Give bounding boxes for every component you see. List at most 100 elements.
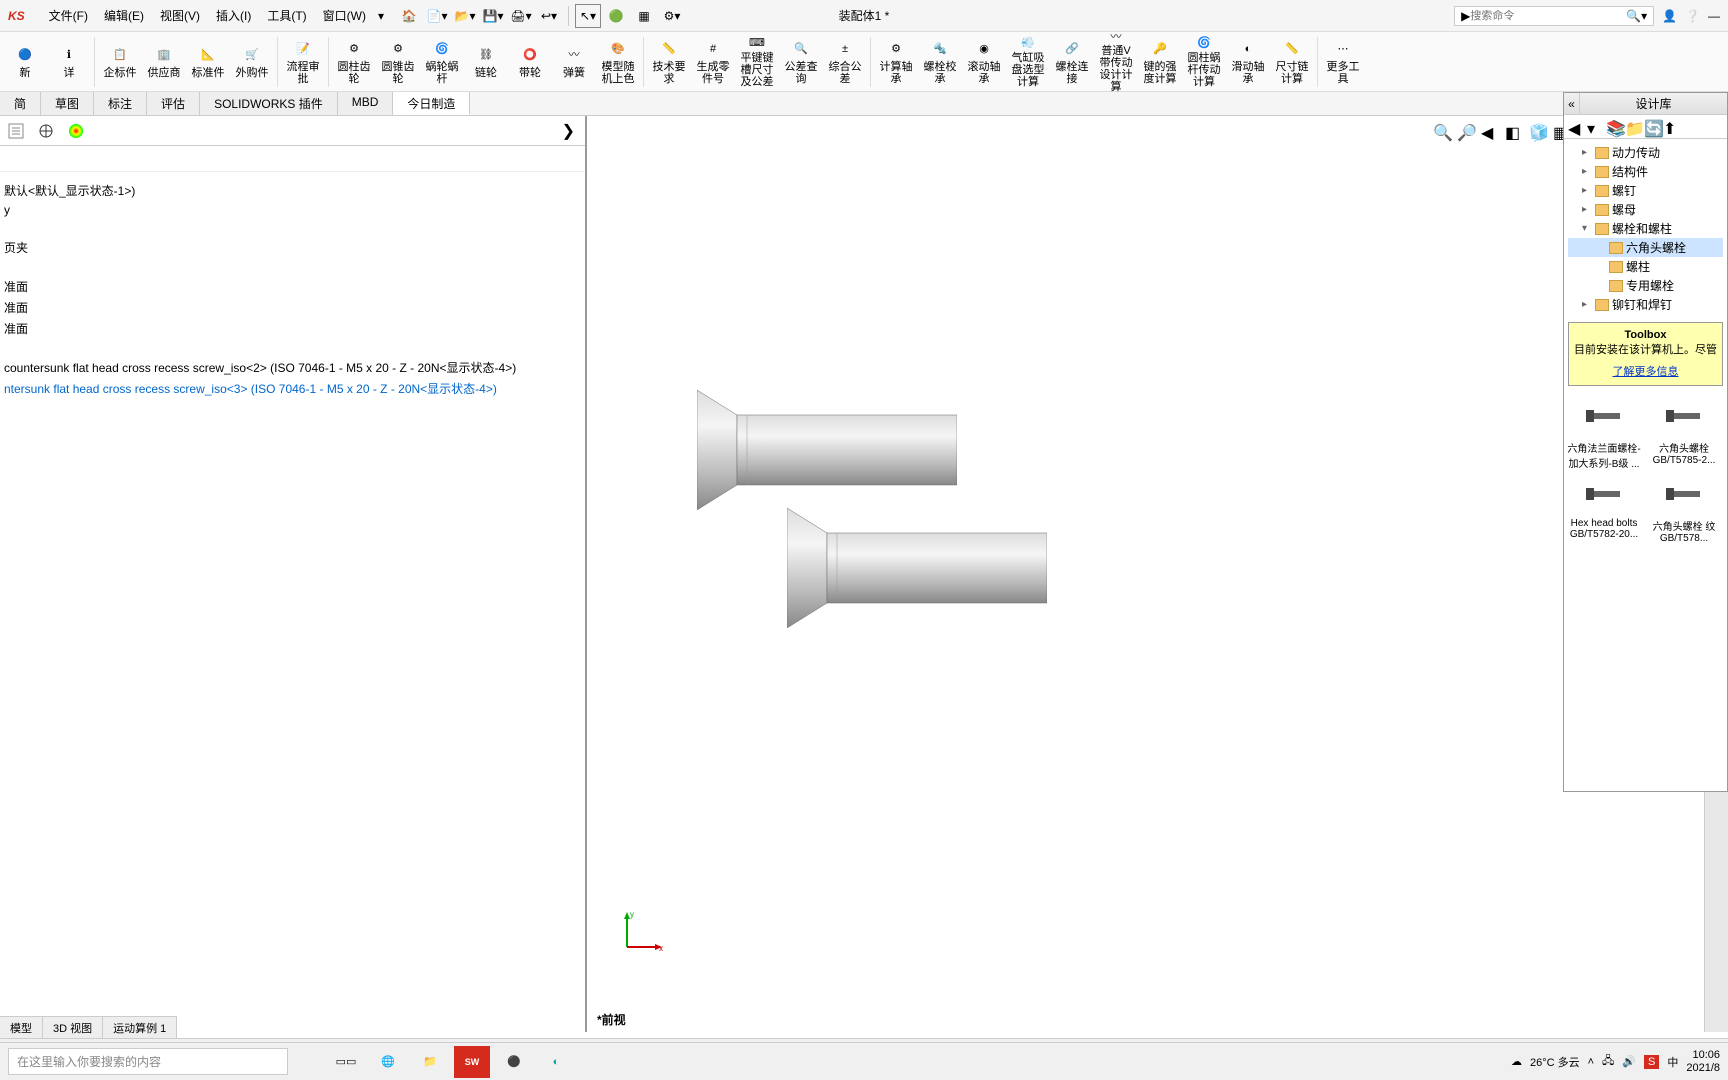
app-icon[interactable]: ◐ [538, 1046, 574, 1078]
ribbon-生成零件号[interactable]: #生成零件号 [692, 34, 734, 90]
select-icon[interactable]: ↖▾ [575, 4, 601, 28]
ribbon-公差查询[interactable]: 🔍公差查询 [780, 34, 822, 90]
bottom-tab-模型[interactable]: 模型 [0, 1017, 43, 1038]
config-icon[interactable] [34, 119, 58, 143]
ribbon-圆柱蜗杆传动计算[interactable]: 🌀圆柱蜗杆传动计算 [1183, 34, 1225, 90]
print-icon[interactable]: 🖨▾ [508, 4, 534, 28]
ribbon-平键键槽尺寸及公差[interactable]: ⌨平键键槽尺寸及公差 [736, 34, 778, 90]
bottom-tab-3D 视图[interactable]: 3D 视图 [43, 1017, 103, 1038]
tab-标注[interactable]: 标注 [94, 92, 147, 115]
search-box[interactable]: ▶ 🔍▾ [1454, 6, 1654, 26]
ribbon-外购件[interactable]: 🛒外购件 [231, 34, 273, 90]
ribbon-综合公差[interactable]: ±综合公差 [824, 34, 866, 90]
menu-tools[interactable]: 工具(T) [259, 3, 314, 28]
ribbon-螺栓连接[interactable]: 🔗螺栓连接 [1051, 34, 1093, 90]
ribbon-详[interactable]: ℹ详 [48, 34, 90, 90]
ribbon-气缸吸盘选型计算[interactable]: 💨气缸吸盘选型计算 [1007, 34, 1049, 90]
tree-component-selected[interactable]: ntersunk flat head cross recess screw_is… [4, 378, 581, 399]
lib-back-icon[interactable]: ◀ [1568, 119, 1584, 135]
lib-item[interactable]: 六角头螺栓 GB/T5785-2... [1646, 396, 1722, 470]
options-icon[interactable]: ▦ [631, 4, 657, 28]
weather-icon[interactable]: ☁ [1511, 1055, 1522, 1068]
tray-up-icon[interactable]: ˄ [1588, 1056, 1594, 1068]
view-orient-icon[interactable]: 🧊 [1528, 122, 1550, 144]
lib-tree-螺栓和螺柱[interactable]: ▾螺栓和螺柱 [1568, 219, 1723, 238]
help-icon[interactable]: ❔ [1685, 9, 1700, 23]
ribbon-键的强度计算[interactable]: 🔑键的强度计算 [1139, 34, 1181, 90]
tree-item[interactable]: y [4, 201, 581, 219]
screw-model-2[interactable] [787, 508, 1047, 633]
solidworks-icon[interactable]: SW [454, 1046, 490, 1078]
tree-component[interactable]: countersunk flat head cross recess screw… [4, 357, 581, 378]
screw-model-1[interactable] [697, 390, 957, 515]
home-icon[interactable]: 🏠 [396, 4, 422, 28]
tab-MBD[interactable]: MBD [338, 92, 394, 115]
ribbon-更多工具[interactable]: ⋯更多工具 [1322, 34, 1364, 90]
lib-tree-专用螺栓[interactable]: 专用螺栓 [1568, 276, 1723, 295]
ribbon-普通V带传动设计计算[interactable]: 〰普通V带传动设计计算 [1095, 34, 1137, 90]
tab-评估[interactable]: 评估 [147, 92, 200, 115]
new-icon[interactable]: 📄▾ [424, 4, 450, 28]
tray-network-icon[interactable]: 🖧 [1602, 1052, 1614, 1071]
lib-fwd-icon[interactable]: ▾ [1587, 119, 1603, 135]
save-icon[interactable]: 💾▾ [480, 4, 506, 28]
lib-tree-六角头螺栓[interactable]: 六角头螺栓 [1568, 238, 1723, 257]
menu-edit[interactable]: 编辑(E) [96, 3, 152, 28]
lib-up-icon[interactable]: ⬆ [1663, 119, 1679, 135]
ribbon-圆锥齿轮[interactable]: ⚙圆锥齿轮 [377, 34, 419, 90]
zoom-area-icon[interactable]: 🔎 [1456, 122, 1478, 144]
ribbon-供应商[interactable]: 🏢供应商 [143, 34, 185, 90]
toolbox-learn-more-link[interactable]: 了解更多信息 [1573, 363, 1718, 379]
ribbon-流程审批[interactable]: 📝流程审批 [282, 34, 324, 90]
lib-loc-icon[interactable]: 📁 [1625, 119, 1641, 135]
ribbon-链轮[interactable]: ⛓链轮 [465, 34, 507, 90]
undo-icon[interactable]: ↩▾ [536, 4, 562, 28]
ime-lang[interactable]: 中 [1667, 1054, 1678, 1070]
ribbon-新[interactable]: 🔵新 [4, 34, 46, 90]
tab-简[interactable]: 简 [0, 92, 41, 115]
appearance-icon[interactable] [64, 119, 88, 143]
explorer-icon[interactable]: 📁 [412, 1046, 448, 1078]
prev-view-icon[interactable]: ◀ [1480, 122, 1502, 144]
open-icon[interactable]: 📂▾ [452, 4, 478, 28]
windows-search[interactable]: 在这里输入你要搜索的内容 [8, 1048, 288, 1075]
ribbon-蜗轮蜗杆[interactable]: 🌀蜗轮蜗杆 [421, 34, 463, 90]
tree-plane[interactable]: 准面 [4, 276, 581, 297]
ribbon-技术要求[interactable]: 📏技术要求 [648, 34, 690, 90]
expand-detail-icon[interactable]: ❯ [562, 121, 575, 141]
lib-tree-螺钉[interactable]: ▸螺钉 [1568, 181, 1723, 200]
lib-tree-螺柱[interactable]: 螺柱 [1568, 257, 1723, 276]
lib-item[interactable]: Hex head bolts GB/T5782-20... [1566, 474, 1642, 544]
task-view-icon[interactable]: ▭▭ [328, 1046, 364, 1078]
lib-refresh-icon[interactable]: 🔄 [1644, 119, 1660, 135]
tree-folder[interactable]: 页夹 [4, 237, 581, 258]
lib-item[interactable]: 六角法兰面螺栓-加大系列-B级 ... [1566, 396, 1642, 470]
tab-草图[interactable]: 草图 [41, 92, 94, 115]
minimize-icon[interactable]: — [1708, 9, 1720, 23]
ribbon-圆柱齿轮[interactable]: ⚙圆柱齿轮 [333, 34, 375, 90]
section-icon[interactable]: ◧ [1504, 122, 1526, 144]
lib-tree-结构件[interactable]: ▸结构件 [1568, 162, 1723, 181]
menu-insert[interactable]: 插入(I) [208, 3, 259, 28]
ribbon-滑动轴承[interactable]: ◐滑动轴承 [1227, 34, 1269, 90]
ribbon-滚动轴承[interactable]: ◉滚动轴承 [963, 34, 1005, 90]
lib-add-icon[interactable]: 📚 [1606, 119, 1622, 135]
ribbon-尺寸链计算[interactable]: 📏尺寸链计算 [1271, 34, 1313, 90]
tree-root[interactable]: 默认<默认_显示状态-1>) [4, 180, 581, 201]
feature-tree-icon[interactable] [4, 119, 28, 143]
search-icon[interactable]: 🔍▾ [1626, 9, 1647, 23]
ribbon-带轮[interactable]: ⭕带轮 [509, 34, 551, 90]
bottom-tab-运动算例 1[interactable]: 运动算例 1 [103, 1017, 177, 1038]
tree-plane[interactable]: 准面 [4, 297, 581, 318]
rebuild-icon[interactable]: 🟢 [603, 4, 629, 28]
tab-SOLIDWORKS 插件[interactable]: SOLIDWORKS 插件 [200, 92, 338, 115]
menu-file[interactable]: 文件(F) [41, 3, 96, 28]
3d-viewport[interactable]: 🔍 🔎 ◀ ◧ 🧊 ▦ 👁 🎨 🖼 📷 ⚙ [587, 116, 1704, 1032]
menu-view[interactable]: 视图(V) [152, 3, 208, 28]
lib-tree-螺母[interactable]: ▸螺母 [1568, 200, 1723, 219]
tab-今日制造[interactable]: 今日制造 [393, 92, 470, 115]
app-icon[interactable]: ⚫ [496, 1046, 532, 1078]
lib-tree-动力传动[interactable]: ▸动力传动 [1568, 143, 1723, 162]
ime-sogou-icon[interactable]: S [1644, 1055, 1659, 1069]
ribbon-螺栓校承[interactable]: 🔩螺栓校承 [919, 34, 961, 90]
